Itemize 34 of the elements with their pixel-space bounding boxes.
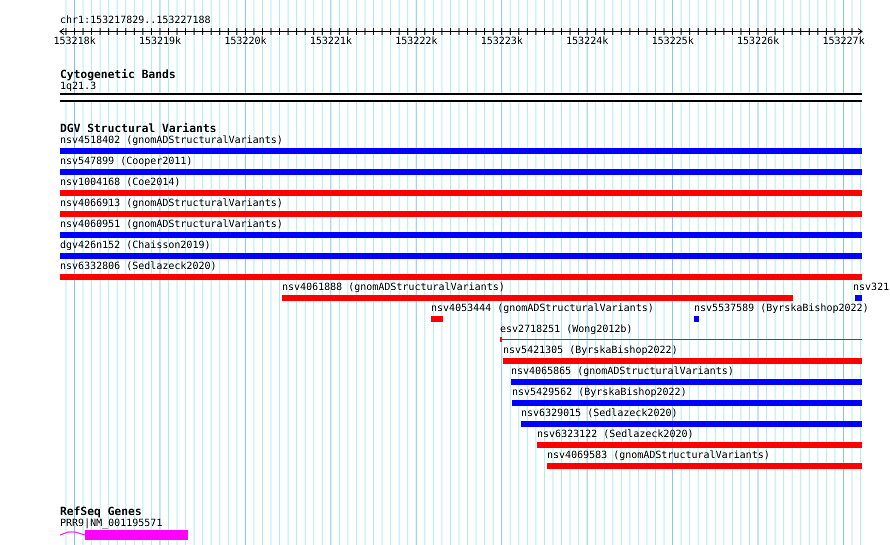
tick-label: 153220k [224, 36, 267, 48]
variant-label: nsv4069583 (gnomADStructuralVariants) [547, 450, 770, 462]
variant-label: nsv5537589 (ByrskaBishop2022) [694, 303, 869, 315]
variant-label: nsv4518402 (gnomADStructuralVariants) [60, 135, 283, 147]
position-label: chr1:153217829..153227188 [60, 15, 211, 27]
tick-label: 153226k [737, 36, 780, 48]
variant-label: dgv426n152 (Chaisson2019) [60, 240, 211, 252]
variant-label: nsv6323122 (Sedlazeck2020) [537, 429, 694, 441]
variant-label: nsv6332806 (Sedlazeck2020) [60, 261, 217, 273]
variant-label: nsv4065865 (gnomADStructuralVariants) [511, 366, 734, 378]
variant-label: esv2718251 (Wong2012b) [500, 324, 632, 336]
variant-label: nsv4066913 (gnomADStructuralVariants) [60, 198, 283, 210]
variant-label: nsv547899 (Cooper2011) [60, 156, 192, 168]
variant-label: nsv321 [853, 282, 890, 294]
band-label: 1q21.3 [60, 81, 96, 93]
variant-label: nsv5421305 (ByrskaBishop2022) [503, 345, 678, 357]
variant-label: nsv5429562 (ByrskaBishop2022) [512, 387, 687, 399]
track-title: Cytogenetic Bands [60, 68, 176, 81]
tick-label: 153218k [54, 36, 96, 48]
tick-label: 153223k [480, 36, 523, 48]
variant-label: nsv4060951 (gnomADStructuralVariants) [60, 219, 283, 231]
tick-label: 153225k [652, 36, 694, 48]
tick-label: 153219k [138, 36, 182, 48]
gene-label: PRR9|NM_001195571 [60, 518, 162, 530]
variant-label: nsv1004168 (Coe2014) [60, 177, 180, 189]
variant-label: nsv4053444 (gnomADStructuralVariants) [431, 303, 654, 315]
tick-label: 153227k [822, 36, 865, 48]
variant-label: nsv6329015 (Sedlazeck2020) [521, 408, 678, 420]
tick-label: 153222k [395, 36, 438, 48]
variant-label: nsv4061888 (gnomADStructuralVariants) [282, 282, 505, 294]
tick-label: 153224k [566, 36, 608, 48]
tick-label: 153221k [310, 36, 352, 48]
track-title: RefSeq Genes [60, 505, 142, 518]
track-title: DGV Structural Variants [60, 122, 216, 135]
